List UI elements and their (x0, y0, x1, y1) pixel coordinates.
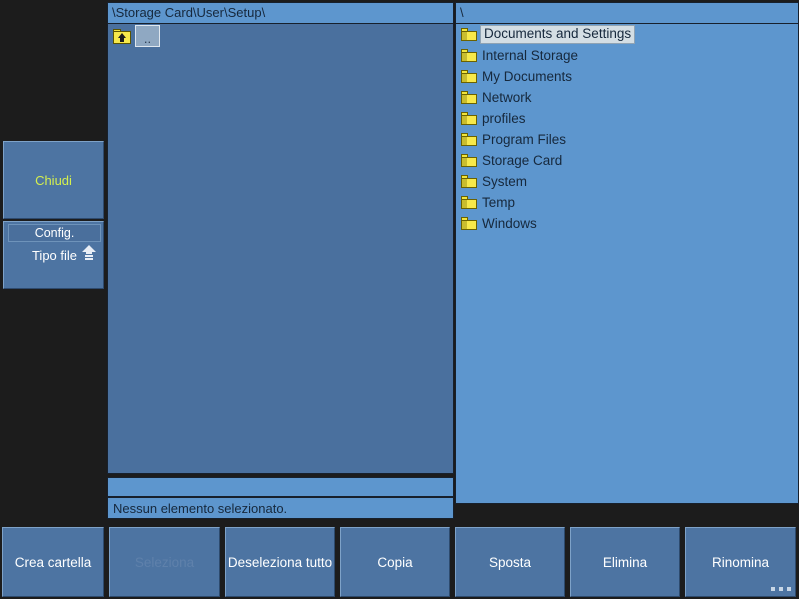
folder-icon (461, 70, 477, 83)
folder-icon (461, 133, 477, 146)
folder-icon (461, 28, 477, 41)
more-options-icon[interactable] (771, 587, 791, 591)
right-path-bar[interactable]: \ (455, 2, 799, 24)
right-file-list[interactable]: Documents and Settings Internal Storage My… (455, 23, 799, 504)
tipo-file-label: Tipo file (31, 248, 78, 263)
list-item-label: Temp (482, 194, 516, 210)
toolbar-button-elimina[interactable]: Elimina (570, 527, 680, 597)
folder-up-icon (113, 28, 131, 44)
left-file-panel: \Storage Card\User\Setup\ .. (107, 2, 454, 497)
folder-icon (461, 175, 477, 188)
toolbar-button-label: Rinomina (711, 554, 770, 570)
list-item[interactable]: Temp (456, 192, 798, 213)
toolbar-button-label: Copia (377, 554, 413, 570)
toolbar-button-copia[interactable]: Copia (340, 527, 450, 597)
toolbar-button-sposta[interactable]: Sposta (455, 527, 565, 597)
list-item-label: System (482, 173, 528, 189)
list-item[interactable]: Documents and Settings (456, 24, 798, 45)
toolbar-button-crea-cartella[interactable]: Crea cartella (2, 527, 104, 597)
list-item-label: profiles (482, 110, 526, 126)
toolbar-button-seleziona: Seleziona (109, 527, 220, 597)
file-manager-window: Chiudi Config. Tipo file \Storage Card\U… (0, 0, 799, 599)
left-path-bar[interactable]: \Storage Card\User\Setup\ (107, 2, 454, 24)
eject-up-icon (82, 245, 96, 260)
config-header-button[interactable]: Config. (8, 224, 101, 242)
toolbar-button-label: Elimina (602, 554, 648, 570)
config-group: Config. Tipo file (3, 221, 104, 289)
folder-icon (461, 217, 477, 230)
list-item[interactable]: My Documents (456, 66, 798, 87)
list-item[interactable]: profiles (456, 108, 798, 129)
parent-directory-item[interactable]: .. (108, 24, 453, 48)
list-item[interactable]: Network (456, 87, 798, 108)
list-item[interactable]: Windows (456, 213, 798, 234)
left-file-list[interactable]: .. (107, 23, 454, 474)
folder-icon (461, 154, 477, 167)
sidebar: Chiudi Config. Tipo file (0, 0, 107, 525)
folder-icon (461, 196, 477, 209)
list-item[interactable]: System (456, 171, 798, 192)
bottom-toolbar: Crea cartella Seleziona Deseleziona tutto C… (0, 525, 799, 599)
toolbar-button-label: Sposta (488, 554, 532, 570)
list-item[interactable]: Program Files (456, 129, 798, 150)
list-item-label: Internal Storage (482, 47, 579, 63)
toolbar-button-label: Deseleziona tutto (227, 554, 333, 570)
list-item-label: Windows (482, 215, 537, 231)
list-item-label: Documents and Settings (480, 25, 636, 44)
folder-icon (461, 91, 477, 104)
list-item-label: My Documents (482, 68, 573, 84)
toolbar-button-deseleziona-tutto[interactable]: Deseleziona tutto (225, 527, 335, 597)
right-file-panel: \ Documents and Settings Internal Storage… (455, 2, 799, 521)
parent-directory-label: .. (135, 25, 160, 47)
toolbar-button-label: Crea cartella (14, 554, 92, 570)
folder-icon (461, 49, 477, 62)
list-item[interactable]: Storage Card (456, 150, 798, 171)
list-item-label: Storage Card (482, 152, 563, 168)
close-button-label: Chiudi (35, 172, 72, 188)
close-button[interactable]: Chiudi (3, 141, 104, 219)
list-item[interactable]: Internal Storage (456, 45, 798, 66)
config-header-label: Config. (34, 226, 75, 240)
left-panel-info-bar (107, 477, 454, 497)
list-item-label: Network (482, 89, 532, 105)
folder-icon (461, 112, 477, 125)
list-item-label: Program Files (482, 131, 567, 147)
toolbar-button-label: Seleziona (134, 554, 195, 570)
status-bar: Nessun elemento selezionato. (107, 497, 454, 519)
